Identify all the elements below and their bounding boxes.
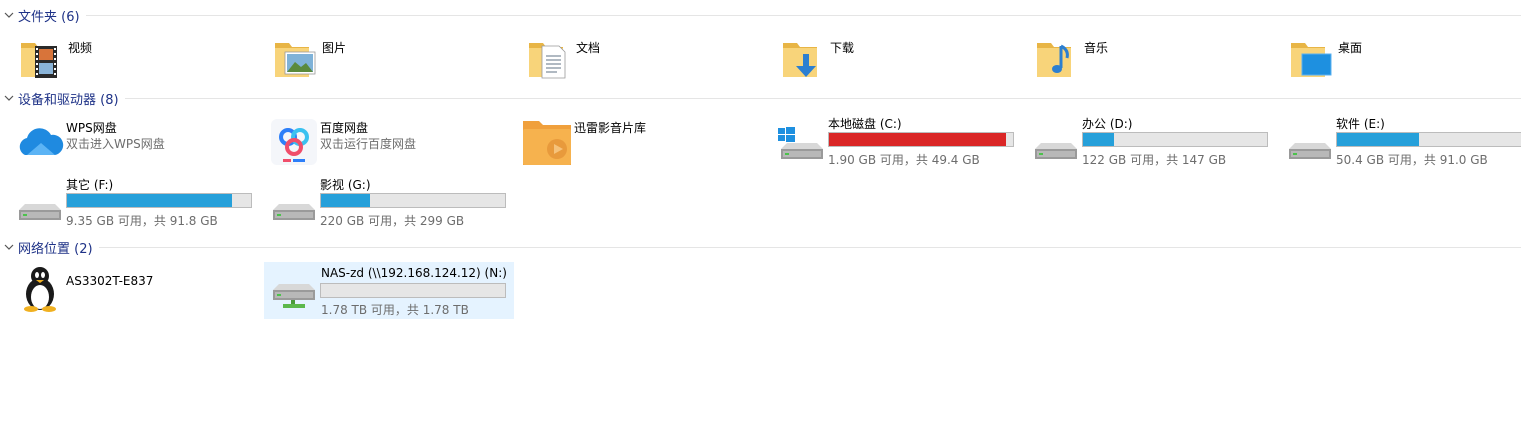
drive-usage-bar [66,193,252,208]
drive-usage-fill [829,133,1006,146]
downloads-folder-icon [783,43,817,77]
app-item-xunlei-media[interactable]: 迅雷影音片库 [523,117,773,173]
drive-space-text: 1.90 GB 可用，共 49.4 GB [828,153,980,167]
hard-drive-icon [1289,143,1331,159]
xunlei-media-folder-icon [523,121,571,165]
drive-usage-fill [67,194,233,207]
app-name: 百度网盘 [320,121,369,135]
drive-usage-fill [321,194,370,207]
drive-name: 影视 (G:) [320,178,371,192]
network-item-as3302t[interactable]: AS3302T-E837 [15,264,265,320]
folder-item-downloads[interactable]: 下载 [779,34,1029,90]
windows-drive-icon [778,127,823,159]
desktop-folder-icon [1291,43,1332,77]
app-name: 迅雷影音片库 [574,121,647,135]
folder-name: 图片 [322,41,347,55]
network-location-name: AS3302T-E837 [66,274,154,288]
drive-space-text: 122 GB 可用，共 147 GB [1082,153,1227,167]
drive-name: 其它 (F:) [66,178,114,192]
folder-item-pictures[interactable]: 图片 [271,34,521,90]
drive-item-d[interactable]: 办公 (D:) 122 GB 可用，共 147 GB [1031,115,1281,171]
folder-item-desktop[interactable]: 桌面 [1287,34,1521,90]
drive-name: 软件 (E:) [1336,117,1385,131]
hard-drive-icon [19,204,61,220]
chevron-down-icon[interactable] [2,240,16,254]
folder-name: 音乐 [1084,41,1109,55]
chevron-down-icon[interactable] [2,91,16,105]
folder-item-video[interactable]: 视频 [17,34,267,90]
hard-drive-icon [273,204,315,220]
folder-name: 文档 [576,41,601,55]
drive-usage-bar [320,193,506,208]
folder-name: 下载 [830,41,855,55]
drive-item-f[interactable]: 其它 (F:) 9.35 GB 可用，共 91.8 GB [15,176,265,232]
documents-folder-icon [529,43,566,79]
music-folder-icon [1037,43,1071,77]
drive-usage-bar [1336,132,1521,147]
video-folder-icon [21,43,57,78]
app-item-baidu-netdisk[interactable]: 百度网盘 双击运行百度网盘 [269,117,519,173]
group-title: 文件夹 (6) [18,9,80,25]
app-description: 双击进入WPS网盘 [66,137,165,151]
drive-usage-bar [320,283,506,298]
group-header-folders[interactable]: 文件夹 (6) [0,6,1521,25]
linux-tux-icon [24,267,56,312]
group-divider [98,246,1521,248]
folder-item-music[interactable]: 音乐 [1033,34,1283,90]
baidu-netdisk-icon [271,119,317,165]
drive-usage-bar [1082,132,1268,147]
group-header-network[interactable]: 网络位置 (2) [0,238,1521,257]
pictures-folder-icon [275,43,316,77]
drive-item-c[interactable]: 本地磁盘 (C:) 1.90 GB 可用，共 49.4 GB [777,115,1027,171]
hard-drive-icon [1035,143,1077,159]
chevron-down-icon[interactable] [2,8,16,22]
app-name: WPS网盘 [66,121,117,135]
drive-name: 本地磁盘 (C:) [828,117,902,131]
app-item-wps-cloud[interactable]: WPS网盘 双击进入WPS网盘 [15,117,265,173]
drive-name: 办公 (D:) [1082,117,1133,131]
wps-cloud-icon [19,128,64,155]
network-drive-nas-zd[interactable]: NAS-zd (\\192.168.124.12) (N:) 1.78 TB 可… [264,262,514,319]
group-divider [85,14,1521,16]
drive-usage-fill [1083,133,1115,146]
group-title: 设备和驱动器 (8) [18,92,119,108]
app-description: 双击运行百度网盘 [320,137,417,151]
drive-usage-bar [828,132,1014,147]
group-title: 网络位置 (2) [18,241,93,257]
drive-space-text: 9.35 GB 可用，共 91.8 GB [66,214,218,228]
network-drive-icon [273,284,315,308]
drive-name: NAS-zd (\\192.168.124.12) (N:) [321,266,507,280]
group-header-devices[interactable]: 设备和驱动器 (8) [0,89,1521,108]
group-divider [124,97,1521,99]
folder-name: 桌面 [1338,41,1363,55]
drive-item-e[interactable]: 软件 (E:) 50.4 GB 可用，共 91.0 GB [1285,115,1521,171]
folder-name: 视频 [68,41,93,55]
drive-space-text: 50.4 GB 可用，共 91.0 GB [1336,153,1488,167]
drive-space-text: 1.78 TB 可用，共 1.78 TB [321,303,469,317]
folder-item-documents[interactable]: 文档 [525,34,775,90]
drive-item-g[interactable]: 影视 (G:) 220 GB 可用，共 299 GB [269,176,519,232]
drive-usage-fill [1337,133,1420,146]
drive-space-text: 220 GB 可用，共 299 GB [320,214,465,228]
